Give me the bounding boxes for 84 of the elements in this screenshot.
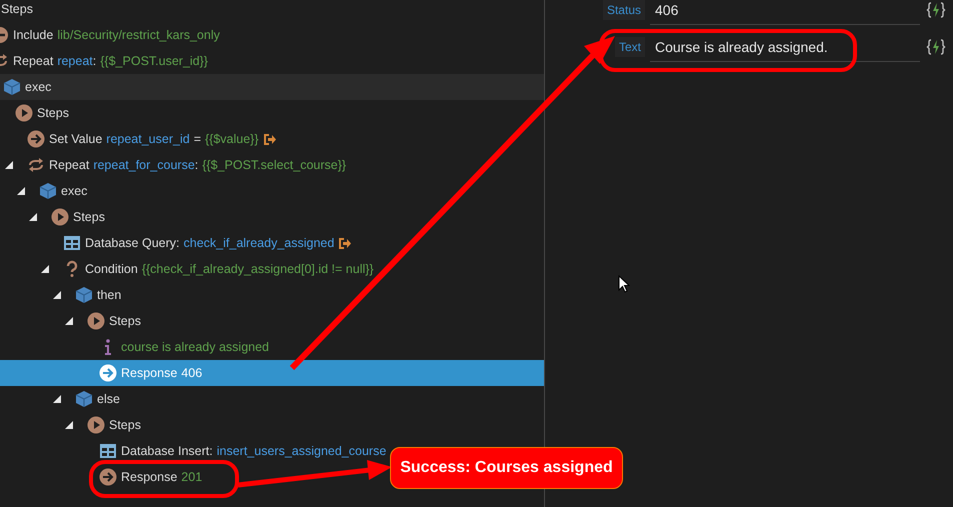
- expanded-triangle-icon[interactable]: [65, 317, 73, 325]
- node-expression: 406: [181, 366, 202, 380]
- property-label: Status: [602, 0, 645, 20]
- expanded-triangle-icon[interactable]: [65, 421, 73, 429]
- node-label: :: [209, 444, 213, 458]
- node-name: repeat: [57, 54, 93, 68]
- node-label: :: [92, 54, 96, 68]
- node-label: Include: [13, 28, 54, 42]
- tree-item[interactable]: Steps: [0, 100, 544, 126]
- node-label: Database Query: [85, 236, 176, 250]
- node-label: Steps: [109, 314, 141, 328]
- table-icon: [99, 442, 117, 460]
- tree-item[interactable]: Set Value repeat_user_id = {{$value}}: [0, 126, 544, 152]
- node-expression: {{$_POST.user_id}}: [100, 54, 208, 68]
- dynamic-data-icon[interactable]: [926, 38, 946, 56]
- tree-item[interactable]: exec: [0, 74, 544, 100]
- node-expression: 201: [181, 470, 202, 484]
- node-expression: course is already assigned: [121, 340, 269, 354]
- tree-item[interactable]: Steps: [0, 0, 544, 22]
- table-icon: [63, 234, 81, 252]
- annotation-callout-tooltip: Success: Courses assigned: [390, 447, 623, 489]
- tree-item[interactable]: then: [0, 282, 544, 308]
- node-label: Condition: [85, 262, 138, 276]
- arrow-circle-icon: [99, 468, 117, 486]
- arrow-circle-icon: [27, 130, 45, 148]
- node-expression: {{check_if_already_assigned[0].id != null}}: [142, 262, 374, 276]
- link-out-icon[interactable]: [339, 238, 352, 248]
- node-name: check_if_already_assigned: [184, 236, 334, 250]
- tree-item[interactable]: Steps: [0, 308, 544, 334]
- cube-icon: [75, 390, 93, 408]
- tree-item[interactable]: Steps: [0, 204, 544, 230]
- node-expression: {{$value}}: [205, 132, 259, 146]
- expanded-triangle-icon[interactable]: [5, 161, 13, 169]
- cube-icon: [75, 286, 93, 304]
- node-label: else: [97, 392, 120, 406]
- node-label: Steps: [37, 106, 69, 120]
- node-label: Steps: [73, 210, 105, 224]
- cube-icon: [3, 78, 21, 96]
- tree-item[interactable]: Repeat repeat_for_course: {{$_POST.select_course}}: [0, 152, 544, 178]
- property-value-field[interactable]: Course is already assigned.: [650, 32, 920, 62]
- tree-item[interactable]: course is already assigned: [0, 334, 544, 360]
- node-label: Database Insert: [121, 444, 210, 458]
- property-label: Text: [614, 37, 645, 57]
- play-circle-icon: [15, 104, 33, 122]
- node-label: Steps: [1, 2, 33, 16]
- cube-icon: [39, 182, 57, 200]
- repeat-icon: [27, 156, 45, 174]
- node-label: Repeat: [49, 158, 90, 172]
- play-circle-icon: [87, 312, 105, 330]
- node-label: Repeat: [13, 54, 54, 68]
- node-expression: {{$_POST.select_course}}: [202, 158, 346, 172]
- node-label: =: [194, 132, 201, 146]
- node-label: then: [97, 288, 122, 302]
- tree-item[interactable]: Steps: [0, 412, 544, 438]
- tree-item[interactable]: Database Query: check_if_already_assigned: [0, 230, 544, 256]
- node-label: exec: [61, 184, 88, 198]
- expanded-triangle-icon[interactable]: [41, 265, 49, 273]
- node-label: :: [194, 158, 198, 172]
- tree-item[interactable]: Condition {{check_if_already_assigned[0].id != null}}: [0, 256, 544, 282]
- tree-item[interactable]: Include lib/Security/restrict_kars_only: [0, 22, 544, 48]
- node-label: exec: [25, 80, 52, 94]
- arrow-circle-icon: [99, 364, 117, 382]
- play-circle-icon: [51, 208, 69, 226]
- node-label: Steps: [109, 418, 141, 432]
- tree-item[interactable]: exec: [0, 178, 544, 204]
- expanded-triangle-icon[interactable]: [53, 395, 61, 403]
- node-expression: lib/Security/restrict_kars_only: [57, 28, 220, 42]
- property-value-field[interactable]: 406: [650, 0, 920, 25]
- node-name: repeat_for_course: [93, 158, 195, 172]
- tree-item[interactable]: Repeat repeat: {{$_POST.user_id}}: [0, 48, 544, 74]
- node-label: :: [176, 236, 180, 250]
- node-name: insert_users_assigned_course: [216, 444, 386, 458]
- node-name: repeat_user_id: [106, 132, 190, 146]
- node-label: Set Value: [49, 132, 102, 146]
- node-label: Response: [121, 470, 178, 484]
- expanded-triangle-icon[interactable]: [17, 187, 25, 195]
- mouse-pointer-icon: [618, 275, 630, 293]
- tree-item[interactable]: else: [0, 386, 544, 412]
- link-out-icon[interactable]: [264, 134, 276, 144]
- node-label: Response: [121, 366, 178, 380]
- expanded-triangle-icon[interactable]: [53, 291, 61, 299]
- play-circle-icon: [87, 416, 105, 434]
- dynamic-data-icon[interactable]: [926, 1, 946, 19]
- expanded-triangle-icon[interactable]: [29, 213, 37, 221]
